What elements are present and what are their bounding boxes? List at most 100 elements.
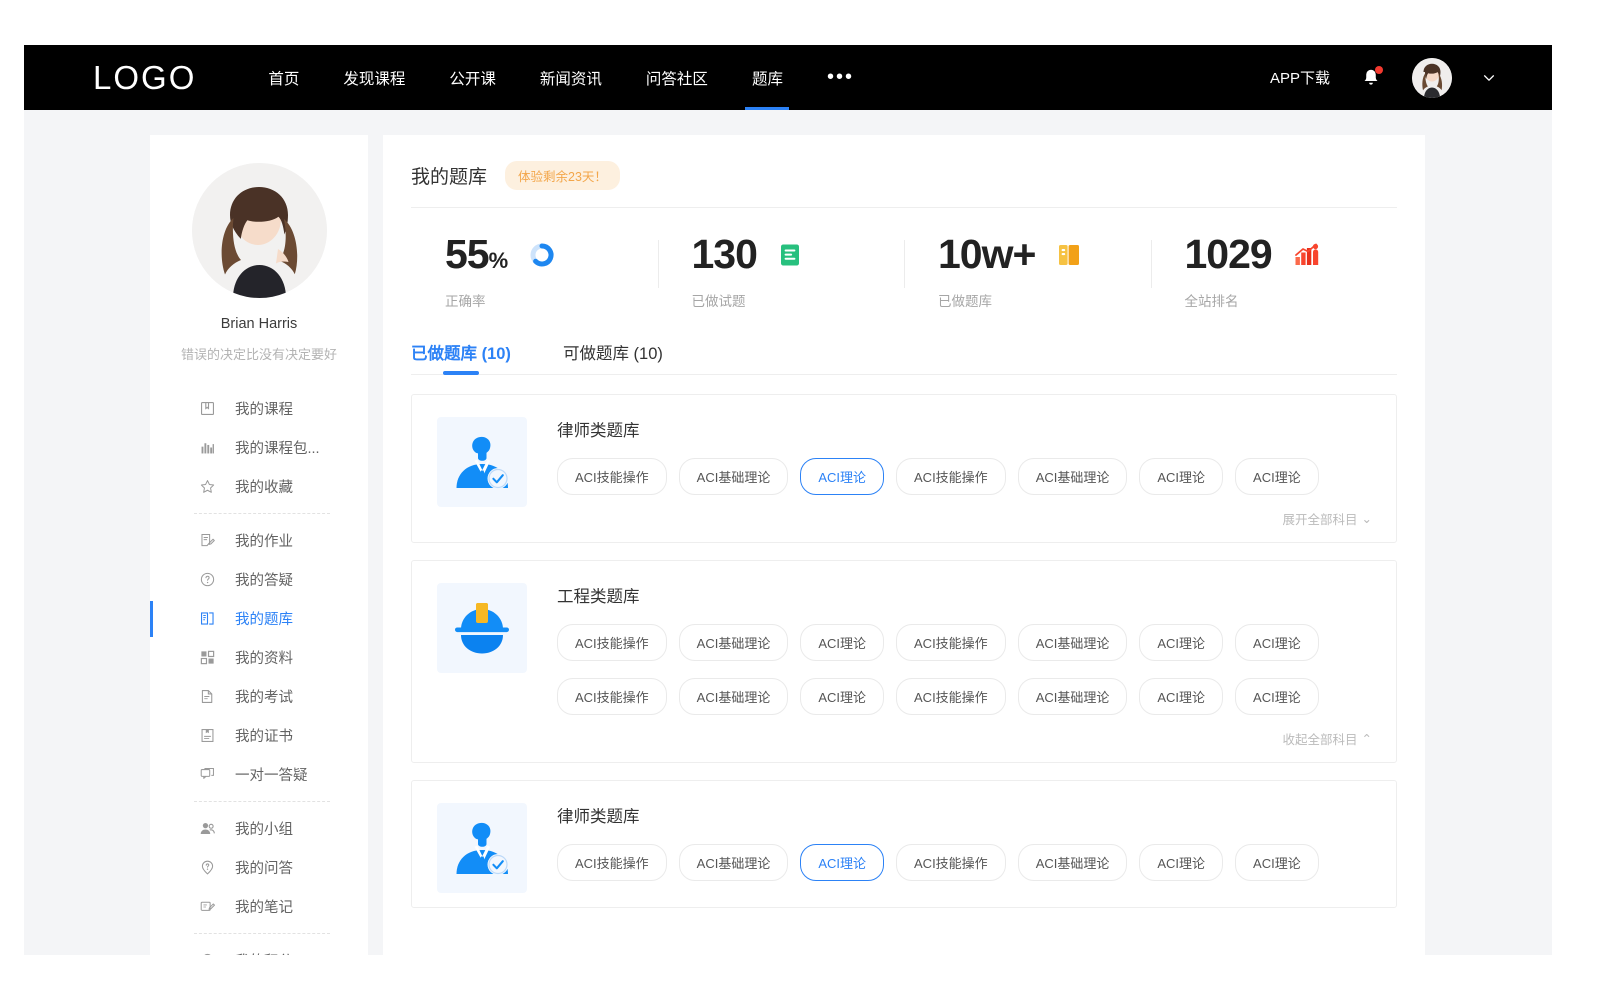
- group-icon: [198, 820, 216, 838]
- subject-tag[interactable]: ACI技能操作: [896, 458, 1006, 495]
- subject-tag[interactable]: ACI基础理论: [1018, 844, 1128, 881]
- subject-tag[interactable]: ACI技能操作: [557, 844, 667, 881]
- subject-tag[interactable]: ACI技能操作: [557, 624, 667, 661]
- sidebar-item-12[interactable]: 我的问答: [150, 848, 368, 887]
- subject-tag[interactable]: ACI技能操作: [896, 678, 1006, 715]
- files-icon: [198, 649, 216, 667]
- nav-item-4[interactable]: 新闻资讯: [540, 45, 602, 110]
- sidebar-item-6[interactable]: 我的题库: [150, 599, 368, 638]
- subject-tag[interactable]: ACI技能操作: [896, 624, 1006, 661]
- toggle-subjects-link[interactable]: 收起全部科目 ⌃: [1283, 729, 1373, 748]
- question-bank-list: 律师类题库ACI技能操作ACI基础理论ACI理论ACI技能操作ACI基础理论AC…: [411, 394, 1397, 908]
- subject-tag[interactable]: ACI基础理论: [1018, 678, 1128, 715]
- subject-tag[interactable]: ACI理论: [800, 844, 884, 881]
- nav-item-5[interactable]: 问答社区: [646, 45, 708, 110]
- chevron-down-icon: ⌄: [1362, 511, 1372, 526]
- subject-tag[interactable]: ACI理论: [1235, 844, 1319, 881]
- sidebar-item-13[interactable]: 我的笔记: [150, 887, 368, 926]
- sidebar-menu: 我的课程我的课程包... 我的收藏我的作业我的答疑我的题库我的资料我的考试我的证书…: [150, 389, 368, 955]
- chevron-up-icon: ⌃: [1362, 731, 1372, 746]
- subject-tag-row: ACI技能操作 ACI基础理论 ACI理论 ACI技能操作 ACI基础理论 ACI理论 AC…: [557, 458, 1372, 495]
- subject-tag[interactable]: ACI基础理论: [1018, 624, 1128, 661]
- subject-tag[interactable]: ACI理论: [1235, 458, 1319, 495]
- sidebar-divider: [194, 933, 330, 934]
- subject-tag[interactable]: ACI基础理论: [679, 458, 789, 495]
- subject-tag[interactable]: ACI基础理论: [679, 624, 789, 661]
- sidebar-item-4[interactable]: 我的作业: [150, 521, 368, 560]
- stat-suffix: %: [489, 248, 508, 273]
- question-bank-card: 工程类题库 ACI技能操作 ACI基础理论 ACI理论 ACI技能操作 ACI基础理论 AC…: [411, 560, 1397, 763]
- bar-chart-icon: [198, 439, 216, 457]
- toggle-subjects-label: 展开全部科目: [1283, 509, 1358, 528]
- content-area: Brian Harris 错误的决定比没有决定要好 我的课程我的课程包...我的…: [24, 110, 1552, 955]
- nav-right-group: APP下载: [1270, 45, 1496, 110]
- subject-tag[interactable]: ACI技能操作: [557, 678, 667, 715]
- subject-tag[interactable]: ACI理论: [1139, 624, 1223, 661]
- stat-value-row: 10w+: [938, 234, 1151, 275]
- donut-progress-icon: [529, 242, 555, 268]
- sidebar-item-14[interactable]: 我的积分: [150, 941, 368, 955]
- sidebar-item-11[interactable]: 我的小组: [150, 809, 368, 848]
- card-title: 工程类题库: [557, 583, 1372, 607]
- subject-tag[interactable]: ACI基础理论: [679, 844, 789, 881]
- subject-tag[interactable]: ACI基础理论: [1018, 458, 1128, 495]
- subject-tag[interactable]: ACI技能操作: [896, 844, 1006, 881]
- sidebar-item-9[interactable]: 我的证书: [150, 716, 368, 755]
- stat-value: 10w+: [938, 234, 1035, 275]
- sidebar-item-label: 一对一答疑: [235, 764, 308, 785]
- subject-tag[interactable]: ACI理论: [1139, 844, 1223, 881]
- sidebar-item-label: 我的题库: [235, 608, 293, 629]
- tab-2[interactable]: 可做题库 (10): [563, 340, 663, 375]
- subject-tag[interactable]: ACI理论: [1235, 624, 1319, 661]
- stat-number: 55: [445, 231, 489, 277]
- subject-tag-row: ACI技能操作 ACI基础理论 ACI理论 ACI技能操作 ACI基础理论 ACI理论 AC…: [557, 844, 1372, 881]
- sidebar-item-5[interactable]: 我的答疑: [150, 560, 368, 599]
- subject-tag[interactable]: ACI理论: [800, 678, 884, 715]
- profile-avatar[interactable]: [192, 163, 327, 298]
- sidebar: Brian Harris 错误的决定比没有决定要好 我的课程我的课程包...我的…: [150, 135, 368, 955]
- sidebar-profile: Brian Harris 错误的决定比没有决定要好: [150, 163, 368, 363]
- card-title: 律师类题库: [557, 417, 1372, 441]
- stat-card-1: 55%正确率: [411, 234, 658, 310]
- toggle-subjects-link[interactable]: 展开全部科目 ⌄: [1283, 509, 1373, 528]
- subject-tag[interactable]: ACI理论: [1139, 678, 1223, 715]
- exam-icon: [198, 688, 216, 706]
- toggle-subjects-label: 收起全部科目: [1283, 729, 1358, 748]
- sidebar-item-label: 我的收藏: [235, 476, 293, 497]
- lawyer-avatar-icon: [437, 417, 527, 507]
- profile-name: Brian Harris: [221, 316, 298, 332]
- stat-label: 已做试题: [692, 290, 905, 310]
- sidebar-item-2[interactable]: 我的课程包...: [150, 428, 368, 467]
- stat-value: 1029: [1185, 234, 1272, 275]
- tab-1[interactable]: 已做题库 (10): [411, 340, 511, 375]
- subject-tag[interactable]: ACI理论: [1139, 458, 1223, 495]
- subject-tag[interactable]: ACI理论: [800, 624, 884, 661]
- main-header: 我的题库 体验剩余23天！: [411, 161, 1397, 208]
- sidebar-item-8[interactable]: 我的考试: [150, 677, 368, 716]
- subject-tag[interactable]: ACI技能操作: [557, 458, 667, 495]
- subject-tag[interactable]: ACI理论: [1235, 678, 1319, 715]
- nav-more-icon[interactable]: •••: [827, 45, 854, 110]
- sidebar-item-3[interactable]: 我的收藏: [150, 467, 368, 506]
- nav-item-2[interactable]: 发现课程: [343, 45, 405, 110]
- medal-icon: [198, 952, 216, 956]
- app-download-link[interactable]: APP下载: [1270, 67, 1330, 88]
- site-logo[interactable]: LOGO: [93, 59, 196, 97]
- avatar[interactable]: [1412, 58, 1452, 98]
- subject-tag[interactable]: ACI理论: [800, 458, 884, 495]
- nav-item-3[interactable]: 公开课: [449, 45, 496, 110]
- notification-bell-button[interactable]: [1360, 66, 1382, 90]
- stat-number: 1029: [1185, 231, 1272, 277]
- subject-tag[interactable]: ACI基础理论: [679, 678, 789, 715]
- nav-item-6[interactable]: 题库: [752, 45, 783, 110]
- chevron-down-icon[interactable]: [1482, 71, 1496, 85]
- card-body: 律师类题库ACI技能操作ACI基础理论ACI理论ACI技能操作ACI基础理论AC…: [557, 803, 1372, 893]
- question-bank-icon: [198, 610, 216, 628]
- lawyer-avatar-icon: [437, 803, 527, 893]
- sidebar-item-1[interactable]: 我的课程: [150, 389, 368, 428]
- card-footer: 收起全部科目 ⌃: [557, 729, 1372, 748]
- sidebar-item-7[interactable]: 我的资料: [150, 638, 368, 677]
- sidebar-item-10[interactable]: 一对一答疑: [150, 755, 368, 794]
- note-icon: [198, 898, 216, 916]
- nav-item-1[interactable]: 首页: [268, 45, 299, 110]
